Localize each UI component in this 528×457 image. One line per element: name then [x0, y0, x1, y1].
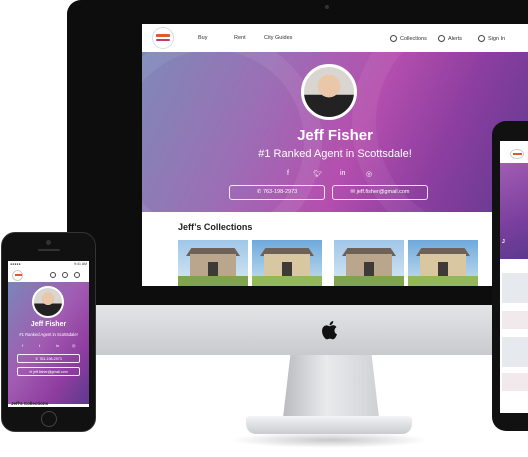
- nav-rent[interactable]: Rent: [234, 35, 246, 41]
- facebook-icon[interactable]: f: [287, 170, 289, 177]
- agent-avatar: [32, 286, 64, 318]
- device-mockup-stage: Buy Rent City Guides Collections Alerts …: [0, 0, 528, 457]
- phone-button[interactable]: ✆ 763-198-2973: [17, 354, 80, 363]
- apple-logo-icon: [322, 321, 337, 340]
- phone-number: 763-198-2973: [39, 357, 62, 361]
- tablet-device: J: [492, 121, 528, 431]
- collection-thumbnail[interactable]: [334, 240, 404, 286]
- nav-collections[interactable]: Collections: [390, 35, 427, 42]
- twitter-icon[interactable]: t: [39, 343, 40, 348]
- email-button[interactable]: ✉ jeff.fisher@gmail.com: [332, 185, 428, 200]
- agent-tagline: #1 Ranked Agent in Scottsdale!: [19, 332, 78, 337]
- agent-tagline: #1 Ranked Agent in Scottsdale!: [258, 148, 412, 160]
- nav-alerts-label: Alerts: [448, 36, 463, 42]
- linkedin-icon[interactable]: in: [340, 170, 345, 177]
- twitter-icon[interactable]: 🐦︎: [313, 170, 322, 178]
- email-address: jeff.fisher@gmail.com: [356, 189, 410, 195]
- collection-thumbnail[interactable]: [252, 240, 322, 286]
- tablet-screen: J: [500, 141, 528, 413]
- imac-chin: [67, 305, 528, 355]
- collections-title: Jeff’s Collections: [178, 222, 253, 232]
- agent-hero: Jeff Fisher #1 Ranked Agent in Scottsdal…: [142, 52, 528, 212]
- heart-icon[interactable]: [50, 272, 56, 278]
- brand-logo[interactable]: [12, 270, 23, 281]
- collections-title: Jeff’s Collections: [11, 401, 49, 406]
- email-address: jeff.fisher@gmail.com: [33, 370, 68, 374]
- imac-stand: [283, 352, 379, 418]
- top-nav: Buy Rent City Guides Collections Alerts …: [142, 24, 528, 52]
- phone-agent-hero: Jeff Fisher #1 Ranked Agent in Scottsdal…: [8, 282, 89, 404]
- imac-foot: [246, 416, 412, 434]
- agent-name: Jeff Fisher: [297, 127, 373, 144]
- user-icon[interactable]: [74, 272, 80, 278]
- phone-screen: ●●●●● 9:41 AM Jeff Fisher #1 Ranked Agen…: [8, 261, 89, 407]
- tablet-listing-card[interactable]: [502, 373, 528, 391]
- agent-name: Jeff Fisher: [30, 321, 67, 328]
- brand-logo[interactable]: [152, 27, 174, 49]
- tablet-listing-image[interactable]: [502, 273, 528, 303]
- alert-icon[interactable]: [62, 272, 68, 278]
- alert-icon: [438, 35, 445, 42]
- phone-nav: [8, 268, 89, 282]
- tablet-listing-card[interactable]: [502, 311, 528, 329]
- imac-shadow: [230, 432, 430, 448]
- facebook-icon[interactable]: f: [22, 343, 23, 348]
- home-button[interactable]: [41, 411, 57, 427]
- nav-buy[interactable]: Buy: [198, 35, 207, 41]
- phone-speaker: [38, 249, 60, 251]
- tablet-listing-image[interactable]: [502, 337, 528, 367]
- heart-icon: [390, 35, 397, 42]
- phone-camera: [46, 240, 51, 245]
- phone-number: 763-198-2973: [262, 189, 298, 195]
- social-links: f 🐦︎ in ◎: [282, 170, 382, 180]
- nav-city-guides[interactable]: City Guides: [264, 35, 292, 41]
- collection-thumbnail[interactable]: [408, 240, 478, 286]
- linkedin-icon[interactable]: in: [56, 343, 59, 348]
- instagram-icon[interactable]: ◎: [366, 170, 372, 178]
- desktop-screen: Buy Rent City Guides Collections Alerts …: [142, 24, 528, 286]
- user-icon: [478, 35, 485, 42]
- tablet-hero-initial: J: [502, 239, 505, 245]
- instagram-icon[interactable]: ◎: [72, 343, 76, 348]
- agent-avatar: [301, 64, 357, 120]
- nav-collections-label: Collections: [400, 36, 427, 42]
- phone-button[interactable]: ✆ 763-198-2973: [229, 185, 325, 200]
- nav-sign-in-label: Sign In: [488, 36, 506, 42]
- status-time: 9:41 AM: [74, 262, 87, 266]
- nav-sign-in[interactable]: Sign In: [478, 35, 505, 42]
- phone-status-bar: ●●●●● 9:41 AM: [10, 262, 87, 266]
- imac-camera: [325, 5, 329, 9]
- collection-thumbnail[interactable]: [178, 240, 248, 286]
- brand-logo[interactable]: [510, 149, 524, 159]
- nav-alerts[interactable]: Alerts: [438, 35, 462, 42]
- phone-device: ●●●●● 9:41 AM Jeff Fisher #1 Ranked Agen…: [1, 232, 96, 432]
- email-button[interactable]: ✉ jeff.fisher@gmail.com: [17, 367, 80, 376]
